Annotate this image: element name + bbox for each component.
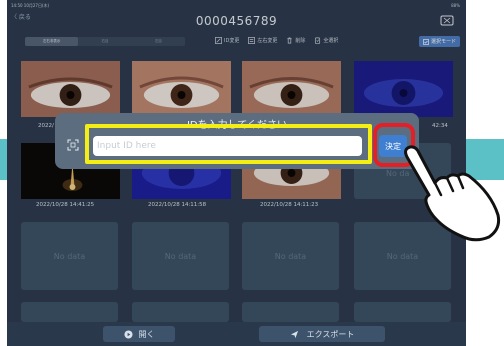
id-input-dialog: IDを入力してください 決定 bbox=[55, 113, 419, 169]
play-circle-icon bbox=[123, 329, 133, 339]
barcode-scan-icon[interactable] bbox=[67, 139, 79, 151]
id-input[interactable] bbox=[93, 136, 362, 156]
export-label: エクスポート bbox=[306, 329, 355, 339]
bottom-bar: 開く エクスポート bbox=[7, 322, 466, 346]
open-button[interactable]: 開く bbox=[103, 326, 175, 342]
open-label: 開く bbox=[138, 329, 155, 339]
tap-hand-icon bbox=[404, 145, 501, 242]
export-button[interactable]: エクスポート bbox=[259, 326, 385, 342]
send-icon bbox=[290, 330, 298, 338]
